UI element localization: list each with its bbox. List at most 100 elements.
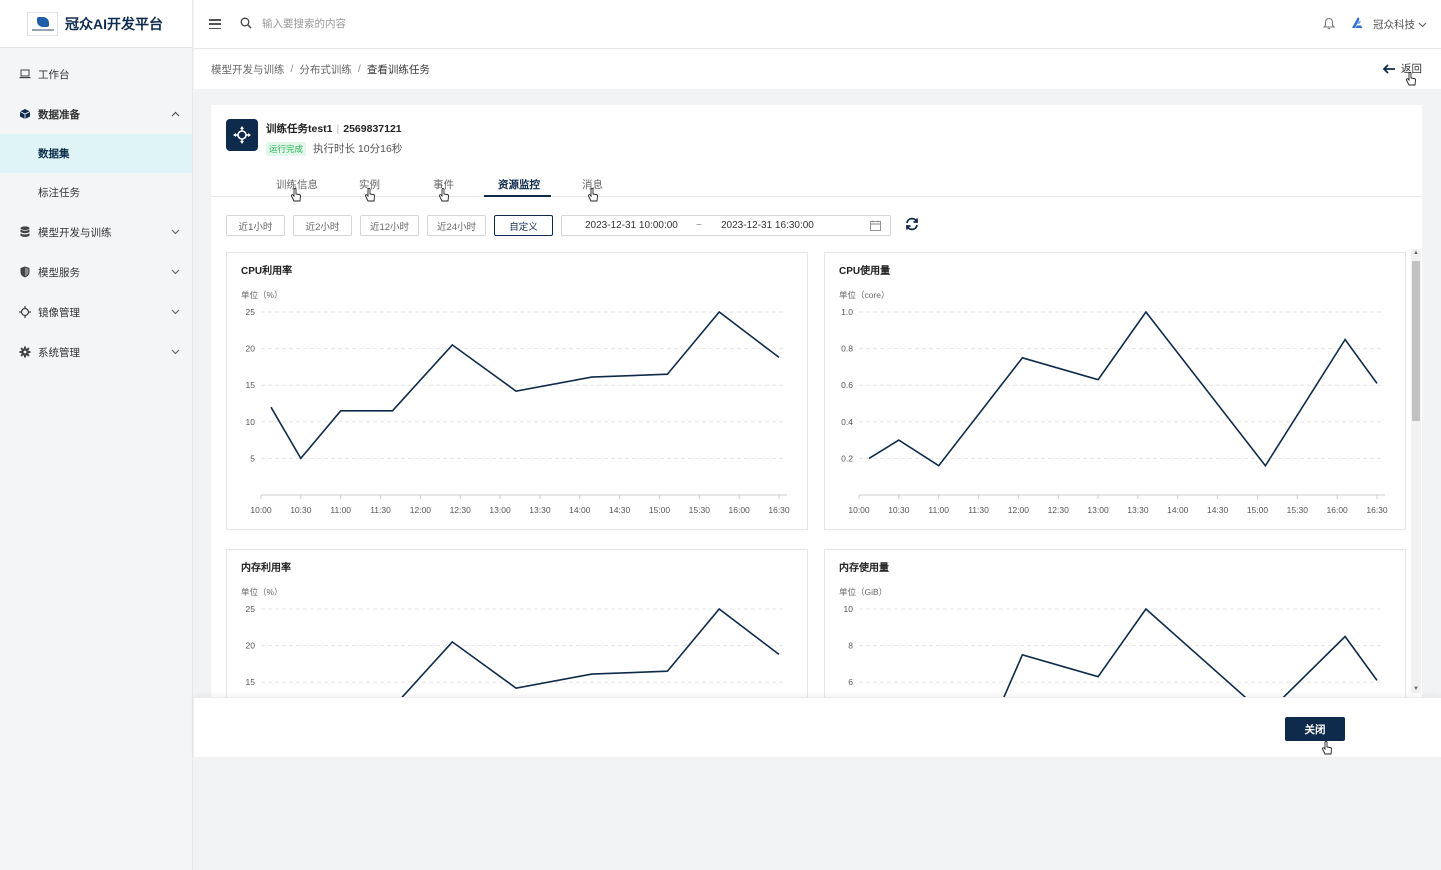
breadcrumb-separator: / bbox=[290, 63, 294, 75]
chart-plot: 10 8 6 bbox=[844, 604, 1383, 698]
sidebar-item-model-dev[interactable]: 模型开发与训练 bbox=[0, 212, 192, 252]
x-tick-label: 13:00 bbox=[489, 505, 511, 515]
close-button[interactable]: 关闭 bbox=[1285, 717, 1345, 741]
breadcrumb-item[interactable]: 分布式训练 bbox=[299, 62, 352, 77]
search-input[interactable] bbox=[262, 18, 562, 30]
x-tick-label: 16:00 bbox=[729, 505, 751, 515]
sidebar-item-label-task[interactable]: 标注任务 bbox=[0, 173, 192, 212]
x-tick-label: 12:00 bbox=[1008, 505, 1030, 515]
x-tick-label: 14:30 bbox=[609, 505, 631, 515]
time-filter-bar: 近1小时 近2小时 近12小时 近24小时 自定义 2023-12-31 10:… bbox=[226, 215, 919, 236]
bell-icon[interactable] bbox=[1322, 17, 1336, 33]
scrollbar[interactable]: ▲ ▼ bbox=[1411, 249, 1421, 693]
chevron-down-icon bbox=[170, 227, 180, 237]
chevron-up-icon bbox=[170, 109, 180, 119]
sidebar-item-label: 模型服务 bbox=[38, 266, 80, 279]
tab-events[interactable]: 事件 bbox=[433, 177, 454, 192]
tab-resource-monitor[interactable]: 资源监控 bbox=[498, 177, 540, 192]
search-icon[interactable] bbox=[240, 17, 252, 32]
filter-24h-button[interactable]: 近24小时 bbox=[427, 215, 486, 236]
chart-plot: 25 20 15 10 5 10:00 10:30 11:00 11:30 12:00 12:30 1… bbox=[246, 307, 790, 515]
topbar-right: 冠众科技 bbox=[1322, 0, 1427, 49]
active-tab-indicator bbox=[484, 195, 551, 197]
app-logo-row[interactable]: 冠众AI开发平台 bbox=[0, 0, 192, 48]
chart-title: 内存使用量 bbox=[839, 563, 889, 574]
user-avatar-icon bbox=[1349, 15, 1365, 34]
series-line bbox=[1002, 607, 1378, 698]
series-line bbox=[400, 607, 780, 698]
filter-12h-button[interactable]: 近12小时 bbox=[360, 215, 419, 236]
y-tick-label: 0.6 bbox=[841, 380, 853, 390]
sidebar-item-dataset[interactable]: 数据集 bbox=[0, 134, 192, 173]
scrollbar-thumb[interactable] bbox=[1412, 261, 1420, 421]
scroll-up-arrow-icon[interactable]: ▲ bbox=[1412, 250, 1420, 256]
x-tick-label: 14:00 bbox=[1167, 505, 1189, 515]
filter-2h-button[interactable]: 近2小时 bbox=[293, 215, 352, 236]
x-tick-label: 11:00 bbox=[330, 505, 351, 515]
sidebar-nav: 工作台 数据准备 数据集 标注任务 模型开发与训练 模型服务 镜像管理 系统管理 bbox=[0, 48, 192, 372]
chart-memory-utilization: 25 20 15 内存利用率 单位（%） bbox=[226, 549, 808, 698]
series-line bbox=[868, 310, 1378, 468]
sidebar-item-label: 数据准备 bbox=[38, 108, 80, 121]
x-tick-label: 15:30 bbox=[689, 505, 711, 515]
date-end: 2023-12-31 16:30:00 bbox=[721, 220, 814, 231]
chart-cpu-usage: 1.0 0.8 0.6 0.4 0.2 10:00 10:30 11:00 11:30 12:00… bbox=[824, 252, 1406, 530]
cube-icon bbox=[19, 108, 31, 120]
y-tick-label: 20 bbox=[246, 344, 256, 354]
x-tick-label: 14:30 bbox=[1207, 505, 1229, 515]
topbar: 冠众科技 bbox=[194, 0, 1441, 49]
x-tick-label: 16:00 bbox=[1327, 505, 1349, 515]
status-badge: 运行完成 bbox=[266, 141, 307, 156]
task-header: 训练任务test1 | 2569837121 运行完成 执行时长 10分16秒 bbox=[226, 119, 402, 156]
sidebar-item-system-mgmt[interactable]: 系统管理 bbox=[0, 332, 192, 372]
filter-custom-button[interactable]: 自定义 bbox=[494, 215, 553, 236]
task-name: 训练任务test1 bbox=[266, 123, 333, 135]
sidebar-item-label: 工作台 bbox=[38, 68, 70, 81]
chart-unit: 单位（%） bbox=[241, 587, 283, 597]
scroll-down-arrow-icon[interactable]: ▼ bbox=[1412, 686, 1420, 692]
date-range-picker[interactable]: 2023-12-31 10:00:00 ~ 2023-12-31 16:30:0… bbox=[561, 215, 891, 236]
sidebar-item-workbench[interactable]: 工作台 bbox=[0, 54, 192, 94]
x-tick-label: 11:00 bbox=[928, 505, 949, 515]
tab-training-info[interactable]: 训练信息 bbox=[276, 177, 318, 192]
task-title: 训练任务test1 | 2569837121 bbox=[266, 123, 402, 135]
y-tick-label: 6 bbox=[848, 677, 853, 687]
sidebar: 冠众AI开发平台 工作台 数据准备 数据集 标注任务 模型开发与训练 模型服务 … bbox=[0, 0, 193, 870]
x-tick-label: 15:00 bbox=[649, 505, 671, 515]
x-tick-label: 11:30 bbox=[370, 505, 391, 515]
breadcrumb-separator: / bbox=[357, 63, 361, 75]
refresh-icon[interactable] bbox=[905, 217, 919, 234]
filter-1h-button[interactable]: 近1小时 bbox=[226, 215, 285, 236]
app-title: 冠众AI开发平台 bbox=[65, 15, 163, 32]
sidebar-item-image-mgmt[interactable]: 镜像管理 bbox=[0, 292, 192, 332]
chart-title: 内存利用率 bbox=[241, 563, 291, 574]
tab-messages[interactable]: 消息 bbox=[582, 177, 603, 192]
x-tick-label: 10:30 bbox=[888, 505, 910, 515]
chevron-down-icon bbox=[1418, 19, 1427, 31]
user-menu[interactable]: 冠众科技 bbox=[1349, 15, 1427, 34]
x-tick-label: 15:30 bbox=[1287, 505, 1309, 515]
back-button[interactable]: 返回 bbox=[1382, 61, 1422, 76]
breadcrumb-item[interactable]: 模型开发与训练 bbox=[211, 62, 285, 77]
x-tick-label: 10:00 bbox=[848, 505, 870, 515]
breadcrumb-current: 查看训练任务 bbox=[366, 63, 430, 76]
x-tick-label: 14:00 bbox=[569, 505, 591, 515]
x-tick-label: 10:30 bbox=[290, 505, 312, 515]
chart-unit: 单位（core） bbox=[839, 290, 890, 300]
sidebar-item-data-prep[interactable]: 数据准备 bbox=[0, 94, 192, 134]
sidebar-item-label: 模型开发与训练 bbox=[38, 226, 112, 239]
sidebar-item-model-service[interactable]: 模型服务 bbox=[0, 252, 192, 292]
chart-title: CPU利用率 bbox=[241, 266, 293, 277]
x-tick-label: 16:30 bbox=[1366, 505, 1388, 515]
tab-instances[interactable]: 实例 bbox=[359, 177, 380, 192]
menu-icon[interactable] bbox=[209, 19, 221, 29]
sidebar-item-label: 系统管理 bbox=[38, 346, 80, 359]
task-id: 2569837121 bbox=[343, 123, 402, 135]
chart-title: CPU使用量 bbox=[839, 266, 891, 277]
footer-bar: 关闭 bbox=[194, 697, 1441, 757]
y-tick-label: 25 bbox=[246, 307, 256, 317]
date-start: 2023-12-31 10:00:00 bbox=[585, 220, 678, 231]
sidebar-item-label: 镜像管理 bbox=[38, 306, 80, 319]
crosshair-icon bbox=[19, 306, 31, 318]
y-tick-label: 8 bbox=[848, 641, 853, 651]
